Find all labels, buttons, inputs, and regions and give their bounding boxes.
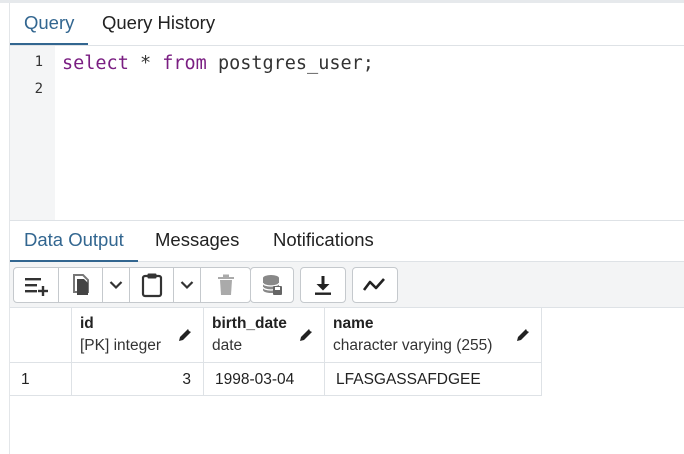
delete-button[interactable] — [201, 268, 250, 302]
column-header-birth-date[interactable]: birth_date date — [204, 308, 325, 363]
download-icon — [315, 276, 331, 295]
pencil-icon[interactable] — [515, 327, 531, 343]
column-header-id[interactable]: id [PK] integer — [72, 308, 204, 363]
cell-value: 3 — [182, 371, 191, 388]
query-tab-bar: Query Query History — [10, 3, 684, 46]
tab-query-history[interactable]: Query History — [88, 3, 229, 45]
sql-table-name: postgres_user; — [206, 53, 374, 74]
column-name: birth_date — [212, 315, 287, 332]
cell-value: 1998-03-04 — [215, 371, 295, 388]
tab-notifications[interactable]: Notifications — [259, 220, 388, 262]
row-header-corner[interactable] — [10, 308, 72, 363]
tab-data-output[interactable]: Data Output — [10, 220, 138, 262]
graph-visualiser-button[interactable] — [353, 268, 397, 302]
download-button-group — [300, 267, 346, 303]
save-button-group — [250, 267, 294, 303]
row-number: 1 — [21, 371, 30, 388]
line-number: 2 — [34, 81, 43, 97]
sql-keyword-select: select — [62, 53, 129, 74]
tab-messages[interactable]: Messages — [141, 220, 253, 262]
pencil-icon[interactable] — [298, 327, 314, 343]
add-row-button[interactable] — [14, 268, 59, 302]
table-cell-birth-date[interactable]: 1998-03-04 — [204, 363, 325, 396]
row-number-cell[interactable]: 1 — [10, 363, 72, 396]
column-type: date — [212, 337, 243, 354]
download-button[interactable] — [301, 268, 345, 302]
chevron-down-icon — [180, 281, 194, 290]
column-type: character varying (255) — [333, 337, 493, 354]
tab-query[interactable]: Query — [10, 3, 88, 45]
copy-options-dropdown[interactable] — [103, 268, 130, 302]
sql-code-line[interactable]: select * from postgres_user; — [62, 53, 374, 74]
paste-options-dropdown[interactable] — [174, 268, 201, 302]
graph-button-group — [352, 267, 398, 303]
paste-button[interactable] — [130, 268, 174, 302]
save-data-button[interactable] — [251, 268, 293, 302]
data-output-toolbar — [10, 262, 684, 308]
delete-icon — [217, 274, 234, 295]
column-name: id — [80, 315, 94, 332]
table-cell-name[interactable]: LFASGASSAFDGEE — [325, 363, 542, 396]
output-tab-bar: Data Output Messages Notifications — [10, 220, 684, 262]
line-number: 1 — [34, 54, 43, 70]
cell-value: LFASGASSAFDGEE — [336, 371, 481, 388]
sql-star: * — [128, 53, 163, 74]
edit-button-group — [13, 267, 251, 303]
table-cell-id[interactable]: 3 — [72, 363, 204, 396]
column-name: name — [333, 315, 374, 332]
column-type: [PK] integer — [80, 337, 161, 354]
column-header-name[interactable]: name character varying (255) — [325, 308, 542, 363]
add-row-icon — [25, 278, 48, 296]
pencil-icon[interactable] — [177, 327, 193, 343]
line-number-gutter: 1 2 — [10, 46, 55, 220]
save-data-icon — [262, 275, 282, 295]
sql-keyword-from: from — [162, 53, 207, 74]
copy-icon — [72, 274, 89, 295]
chevron-down-icon — [109, 281, 123, 290]
copy-button[interactable] — [59, 268, 103, 302]
sql-editor[interactable]: 1 2 select * from postgres_user; — [10, 46, 684, 220]
paste-icon — [141, 273, 162, 298]
graph-visualiser-icon — [362, 278, 385, 291]
